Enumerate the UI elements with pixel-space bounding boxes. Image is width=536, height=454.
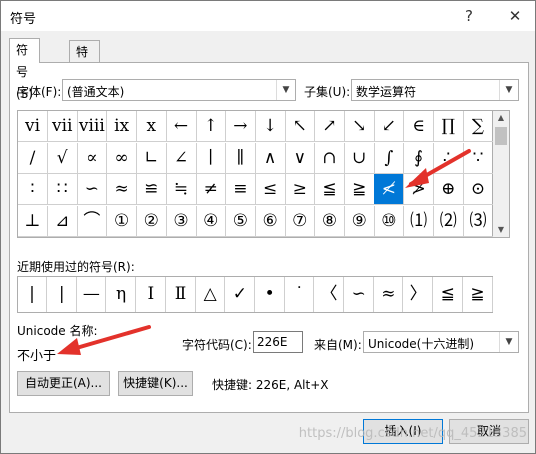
tab-symbols[interactable]: 符号(S) — [9, 38, 40, 101]
annotation-arrows — [57, 149, 471, 355]
arrow-to-selected-symbol — [405, 149, 471, 188]
symbol-dialog: 符号 ? ✕ 符号(S) 特殊字符(P) 字体(F): (普通文本) ▼ 子集(… — [0, 0, 536, 454]
arrow-to-unicode-name — [57, 325, 151, 355]
